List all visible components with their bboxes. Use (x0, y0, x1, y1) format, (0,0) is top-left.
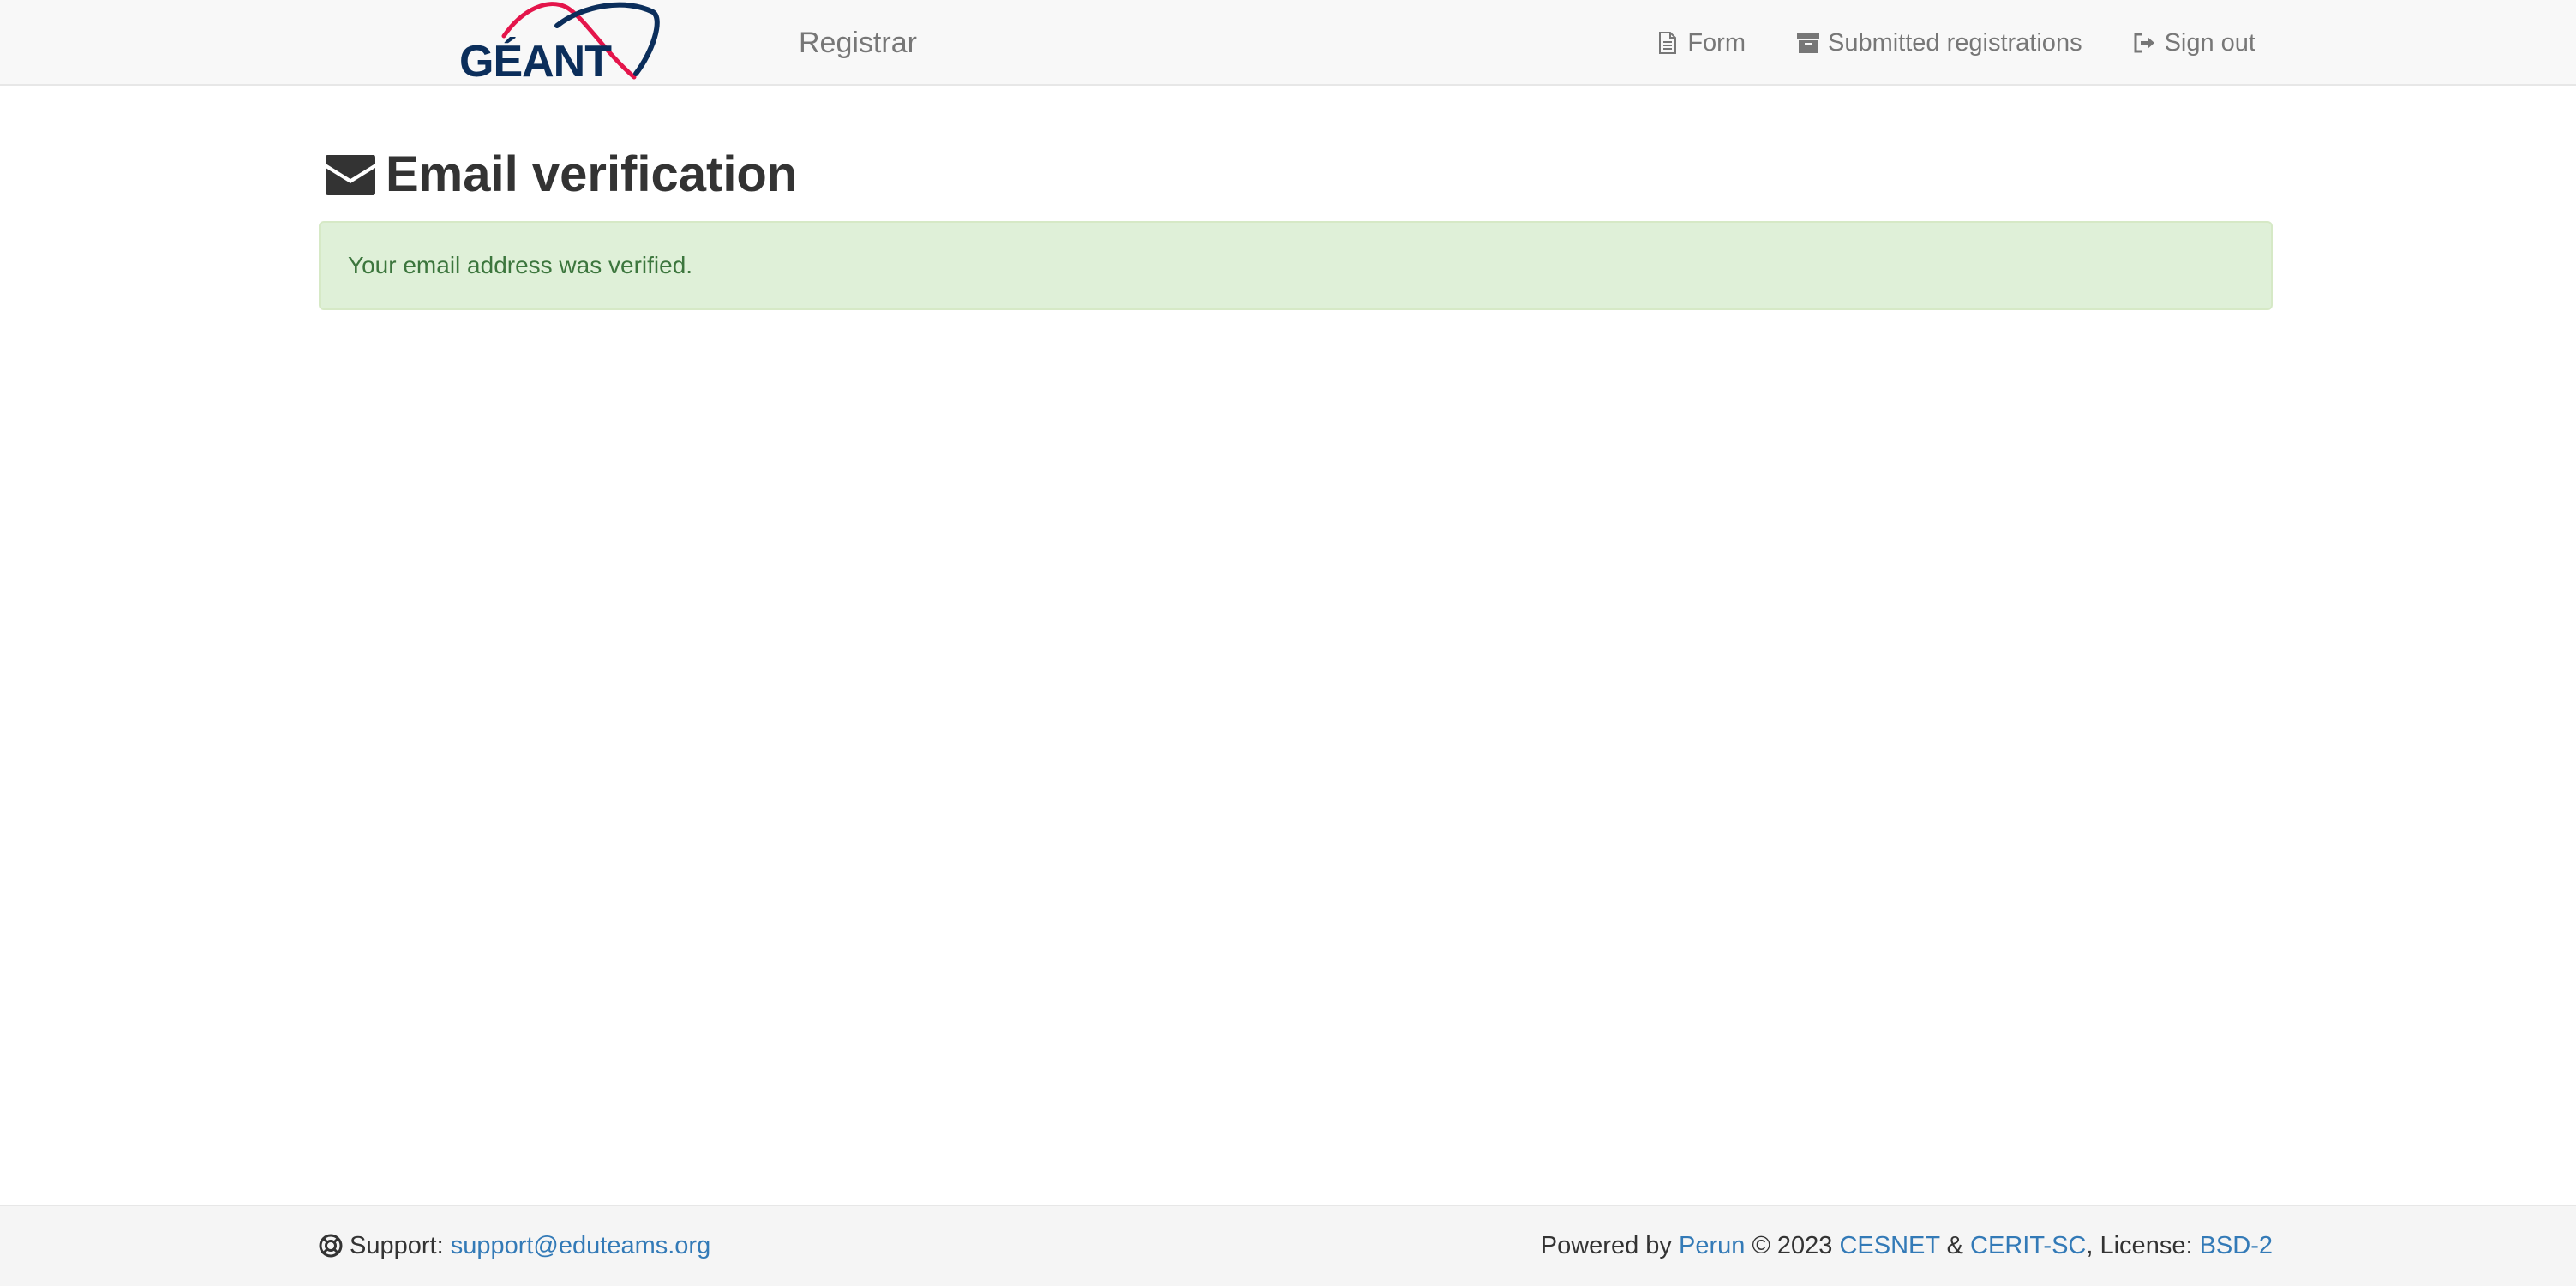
file-icon (1655, 30, 1680, 56)
cerit-sc-link[interactable]: CERIT-SC (1970, 1232, 2086, 1259)
page-title: Email verification (324, 149, 2273, 200)
footer: Support: support@eduteams.org Powered by… (0, 1205, 2576, 1286)
archive-icon (1795, 30, 1821, 56)
footer-support: Support: support@eduteams.org (319, 1230, 710, 1261)
nav-link-label: Submitted registrations (1827, 29, 2082, 57)
support-label: Support: (350, 1232, 444, 1259)
envelope-icon (324, 152, 377, 198)
success-alert: Your email address was verified. (319, 221, 2273, 310)
logo-text: GÉANT (459, 37, 612, 87)
copyright-text: © 2023 (1752, 1232, 1833, 1259)
page: GÉANT Registrar Form Submitted registrat… (0, 0, 2576, 1286)
geant-logo-link[interactable]: GÉANT (454, 0, 660, 86)
powered-by-text: Powered by (1540, 1232, 1672, 1259)
main-content: Email verification Your email address wa… (319, 86, 2273, 310)
perun-link[interactable]: Perun (1679, 1232, 1745, 1259)
ampersand-text: & (1946, 1232, 1963, 1259)
nav-links: Form Submitted registrations Sign out (1605, 0, 2255, 86)
alert-message: Your email address was verified. (348, 252, 693, 278)
nav-link-sign-out[interactable]: Sign out (2132, 26, 2255, 60)
support-email-link[interactable]: support@eduteams.org (451, 1230, 711, 1261)
license-link[interactable]: BSD-2 (2200, 1232, 2273, 1259)
license-label: , License: (2086, 1232, 2193, 1259)
cesnet-link[interactable]: CESNET (1839, 1232, 1939, 1259)
nav-link-label: Sign out (2164, 29, 2255, 57)
nav-link-label: Form (1687, 29, 1746, 57)
footer-credits: Powered by Perun © 2023 CESNET & CERIT-S… (1541, 1230, 2273, 1261)
nav-link-submitted-registrations[interactable]: Submitted registrations (1795, 26, 2082, 60)
brand-name-link[interactable]: Registrar (799, 26, 917, 60)
nav-link-form[interactable]: Form (1655, 26, 1746, 60)
top-navbar: GÉANT Registrar Form Submitted registrat… (0, 0, 2576, 86)
page-heading: Email verification (386, 147, 798, 202)
sign-out-icon (2132, 30, 2158, 56)
life-ring-icon (319, 1234, 343, 1258)
